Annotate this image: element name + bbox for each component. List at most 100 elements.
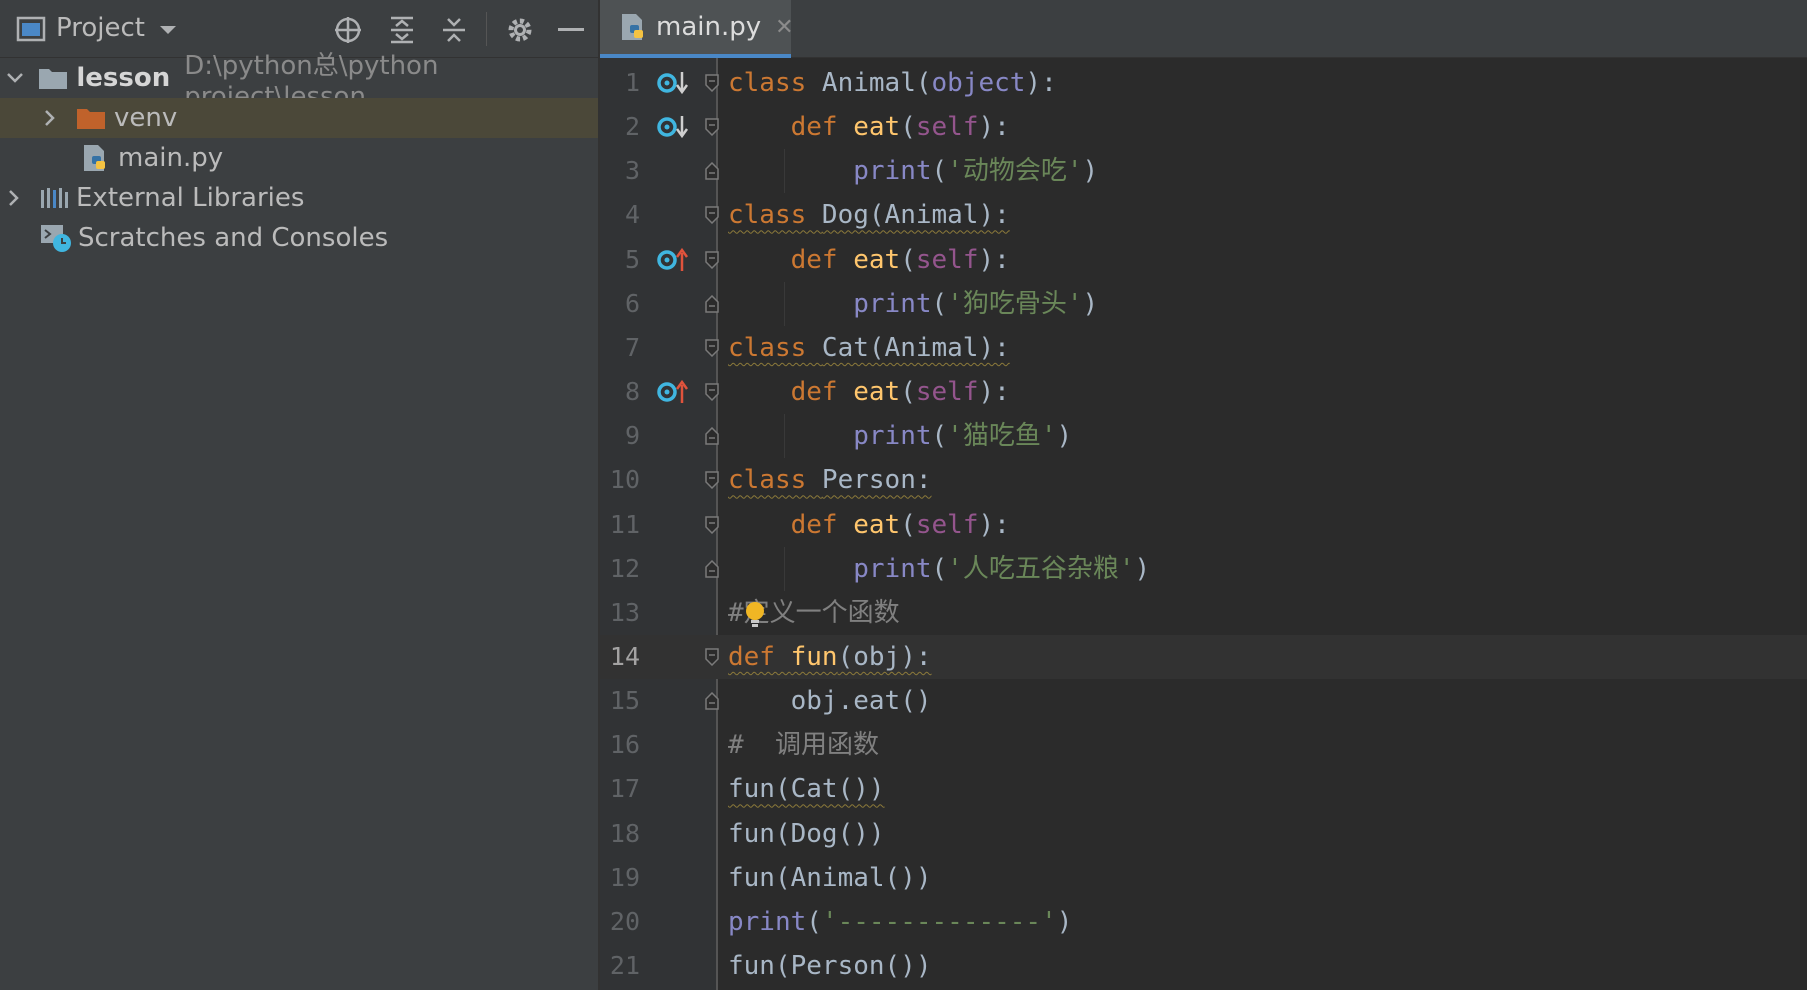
fold-start-icon[interactable] (705, 250, 719, 269)
close-icon[interactable]: ✕ (775, 15, 793, 40)
editor-tab-bar: main.py ✕ (600, 0, 1807, 58)
fold-end-icon[interactable] (705, 162, 719, 181)
line-number[interactable]: 17 (600, 767, 640, 811)
fold-start-icon[interactable] (705, 118, 719, 137)
code-line[interactable]: 5 def eat(self): (600, 238, 1807, 282)
project-view-icon[interactable] (16, 16, 46, 42)
line-number[interactable]: 12 (600, 547, 640, 591)
code-text: fun(Person()) (728, 951, 932, 981)
fold-start-icon[interactable] (705, 471, 719, 490)
project-tool-window: Project lesson D:\python总\python project… (0, 0, 600, 990)
tree-item-external-libraries[interactable]: External Libraries (0, 178, 598, 218)
code-text: print('-------------') (728, 906, 1073, 937)
code-text: def eat(self): (790, 244, 1010, 275)
tree-item-scratches[interactable]: Scratches and Consoles (0, 218, 598, 258)
expand-all-icon[interactable] (386, 14, 418, 46)
code-line[interactable]: 17 fun(Cat()) (600, 767, 1807, 811)
line-number[interactable]: 11 (600, 503, 640, 547)
line-number[interactable]: 16 (600, 723, 640, 767)
code-line[interactable]: 20 print('-------------') (600, 900, 1807, 944)
tree-item-label: venv (114, 103, 178, 133)
line-number[interactable]: 20 (600, 900, 640, 944)
fold-start-icon[interactable] (705, 648, 719, 666)
code-text: # 调用函数 (728, 730, 879, 761)
line-number[interactable]: 6 (600, 282, 640, 326)
fold-start-icon[interactable] (705, 339, 719, 357)
fold-start-icon[interactable] (705, 515, 719, 534)
code-line[interactable]: 16 # 调用函数 (600, 723, 1807, 767)
fold-end-icon[interactable] (705, 559, 719, 578)
python-file-icon (80, 143, 110, 173)
fold-start-icon[interactable] (705, 206, 719, 225)
fold-end-icon[interactable] (705, 294, 719, 313)
tree-item-main-py[interactable]: main.py (0, 138, 598, 178)
code-line[interactable]: 4 class Dog(Animal): (600, 193, 1807, 237)
line-number[interactable]: 7 (600, 326, 640, 370)
code-line[interactable]: 9 print('猫吃鱼') (600, 414, 1807, 458)
line-number[interactable]: 1 (600, 61, 640, 105)
code-line[interactable]: 3 print('动物会吃') (600, 149, 1807, 193)
code-editor[interactable]: 1 class Animal(object): 2 def eat(self): 3 … (600, 58, 1807, 990)
line-number[interactable]: 10 (600, 458, 640, 502)
gear-icon[interactable] (504, 14, 536, 46)
fold-start-icon[interactable] (705, 383, 719, 402)
code-line[interactable]: 8 def eat(self): (600, 370, 1807, 414)
collapse-all-icon[interactable] (438, 14, 470, 46)
code-line[interactable]: 21 fun(Person()) (600, 944, 1807, 988)
lightbulb-icon[interactable] (744, 601, 766, 633)
line-number[interactable]: 13 (600, 591, 640, 635)
is-overridden-icon[interactable] (656, 70, 690, 96)
project-view-title[interactable]: Project (56, 13, 145, 43)
chevron-right-icon[interactable] (8, 189, 28, 207)
indent-guide (784, 414, 785, 459)
overrides-method-icon[interactable] (656, 247, 690, 273)
code-line[interactable]: 19 fun(Animal()) (600, 856, 1807, 900)
line-number[interactable]: 5 (600, 238, 640, 282)
is-overridden-icon[interactable] (656, 114, 690, 140)
line-number[interactable]: 3 (600, 149, 640, 193)
code-line[interactable]: 2 def eat(self): (600, 105, 1807, 149)
code-text: obj.eat() (790, 686, 932, 717)
overrides-method-icon[interactable] (656, 379, 690, 405)
folder-icon (76, 106, 106, 130)
line-number[interactable]: 4 (600, 193, 640, 237)
scratches-icon (40, 223, 72, 253)
line-number[interactable]: 8 (600, 370, 640, 414)
line-number[interactable]: 18 (600, 812, 640, 856)
line-number[interactable]: 19 (600, 856, 640, 900)
code-line[interactable]: 11 def eat(self): (600, 503, 1807, 547)
code-line[interactable]: 1 class Animal(object): (600, 61, 1807, 105)
indent-guide (784, 281, 785, 326)
code-text: def eat(self): (790, 509, 1010, 540)
code-line[interactable]: 12 print('人吃五谷杂粮') (600, 547, 1807, 591)
code-line[interactable]: 13 #定义一个函数 (600, 591, 1807, 635)
locate-crosshair-icon[interactable] (332, 14, 364, 46)
line-number[interactable]: 21 (600, 944, 640, 988)
fold-end-icon[interactable] (705, 427, 719, 445)
library-icon (40, 186, 70, 210)
chevron-down-icon[interactable] (156, 20, 180, 40)
code-line[interactable]: 18 fun(Dog()) (600, 812, 1807, 856)
indent-guide (784, 149, 785, 194)
tree-root-lesson[interactable]: lesson D:\python总\python project\lesson (0, 51, 598, 112)
code-line[interactable]: 6 print('狗吃骨头') (600, 282, 1807, 326)
line-number[interactable]: 9 (600, 414, 640, 458)
tree-item-label: Scratches and Consoles (78, 223, 389, 253)
code-line[interactable]: 7 class Cat(Animal): (600, 326, 1807, 370)
fold-end-icon[interactable] (705, 692, 719, 710)
line-number[interactable]: 14 (600, 635, 640, 679)
minimize-icon[interactable] (556, 14, 586, 46)
tree-item-label: External Libraries (76, 183, 305, 213)
chevron-right-icon[interactable] (44, 109, 64, 127)
chevron-down-icon[interactable] (6, 72, 28, 84)
code-line[interactable]: 10 class Person: (600, 458, 1807, 502)
tree-item-venv[interactable]: venv (0, 98, 598, 138)
fold-start-icon[interactable] (705, 74, 719, 92)
tree-item-label: main.py (118, 143, 224, 173)
code-line[interactable]: 15 obj.eat() (600, 679, 1807, 723)
line-number[interactable]: 15 (600, 679, 640, 723)
code-text: def fun(obj): (728, 641, 932, 672)
tab-main-py[interactable]: main.py ✕ (600, 0, 794, 58)
code-line[interactable]: 14 def fun(obj): (600, 634, 1807, 679)
line-number[interactable]: 2 (600, 105, 640, 149)
